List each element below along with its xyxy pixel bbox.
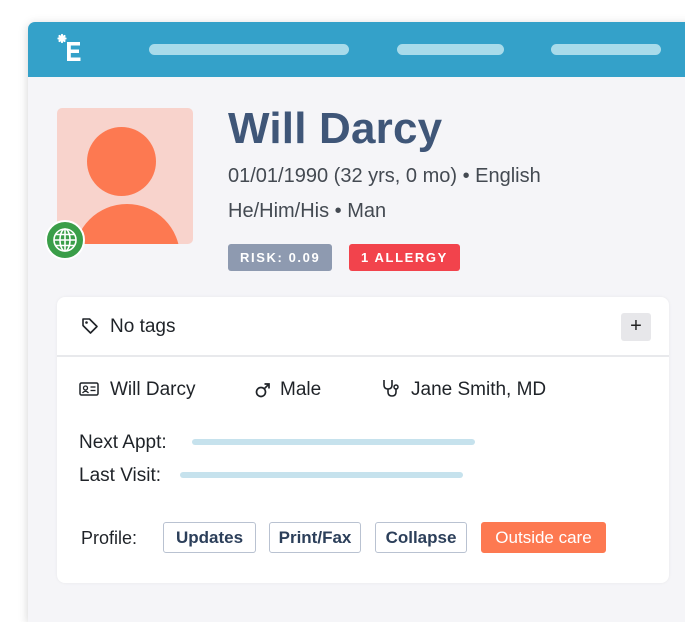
next-appt-label: Next Appt: — [79, 432, 167, 453]
allergy-badge[interactable]: 1 ALLERGY — [349, 244, 460, 271]
profile-label: Profile: — [81, 528, 138, 548]
last-visit-label: Last Visit: — [79, 465, 162, 486]
id-card-icon — [79, 382, 99, 396]
details-patient-name: Will Darcy — [110, 379, 196, 400]
avatar-head — [87, 127, 156, 196]
stethoscope-icon — [383, 380, 399, 397]
top-nav-bar — [28, 22, 685, 77]
add-tag-button[interactable]: + — [621, 313, 651, 341]
collapse-button[interactable]: Collapse — [375, 522, 467, 553]
patient-details-card: No tags + Will Darcy Male Jane Smith, MD… — [57, 297, 669, 583]
outside-care-button[interactable]: Outside care — [481, 522, 606, 553]
tags-row: No tags + — [57, 297, 669, 357]
globe-icon — [45, 220, 85, 260]
last-visit-value-placeholder — [180, 472, 463, 478]
details-sex: Male — [280, 379, 322, 400]
nav-placeholder-2[interactable] — [397, 44, 504, 55]
pronouns-gender-line: He/Him/His • Man — [228, 200, 387, 222]
dob-language-line: 01/01/1990 (32 yrs, 0 mo) • English — [228, 165, 541, 187]
next-appt-value-placeholder — [192, 439, 475, 445]
updates-button[interactable]: Updates — [163, 522, 256, 553]
patient-name: Will Darcy — [228, 104, 443, 153]
print-fax-button[interactable]: Print/Fax — [269, 522, 361, 553]
patient-window: Will Darcy 01/01/1990 (32 yrs, 0 mo) • E… — [28, 22, 685, 622]
tags-label: No tags — [110, 316, 176, 337]
tag-icon — [82, 318, 98, 334]
nav-placeholder-1[interactable] — [149, 44, 349, 55]
avatar-body — [74, 204, 180, 244]
details-provider: Jane Smith, MD — [411, 379, 547, 400]
app-logo-icon[interactable] — [55, 33, 85, 65]
nav-placeholder-3[interactable] — [551, 44, 661, 55]
male-symbol-icon — [255, 383, 270, 398]
risk-badge[interactable]: RISK: 0.09 — [228, 244, 333, 271]
